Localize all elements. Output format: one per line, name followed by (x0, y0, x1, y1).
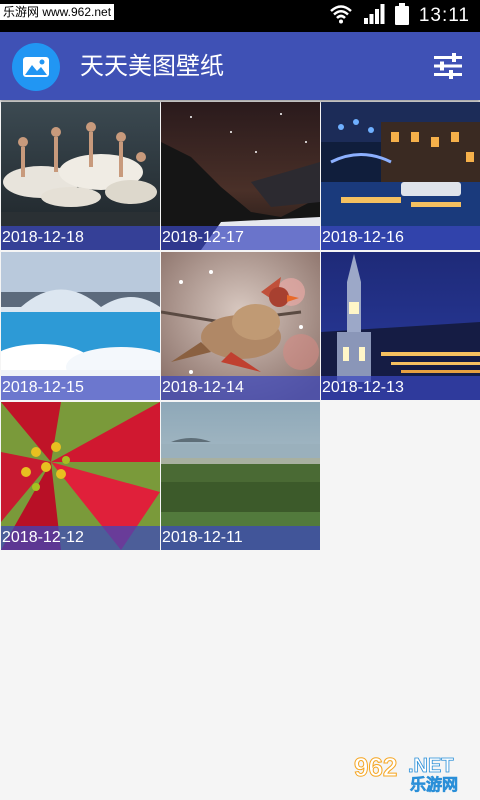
app-title: 天天美图壁纸 (80, 52, 224, 80)
wallpaper-date: 2018-12-15 (1, 376, 160, 400)
wallpaper-date: 2018-12-14 (161, 376, 320, 400)
wallpaper-date: 2018-12-12 (1, 526, 160, 550)
wallpaper-tile[interactable]: 2018-12-11 (161, 402, 320, 550)
wallpaper-tile[interactable]: 2018-12-14 (161, 252, 320, 400)
watermark-label: 乐游网 www.962.net (0, 4, 115, 20)
wallpaper-date: 2018-12-16 (321, 226, 480, 250)
wallpaper-tile[interactable]: 2018-12-18 (1, 102, 160, 250)
watermark-text: 乐游网 (410, 775, 458, 794)
wallpaper-date: 2018-12-13 (321, 376, 480, 400)
wallpaper-tile[interactable]: 2018-12-16 (321, 102, 480, 250)
watermark-suffix: .NET (408, 755, 454, 777)
signal-icon (363, 3, 385, 29)
mountain-photo-icon[interactable] (12, 43, 60, 91)
wallpaper-date: 2018-12-18 (1, 226, 160, 250)
watermark-logo: 962 .NET 乐游网 (352, 748, 472, 795)
status-time: 13:11 (418, 5, 470, 26)
status-bar: 乐游网 www.962.net 13:11 (0, 0, 480, 32)
wallpaper-date: 2018-12-17 (161, 226, 320, 250)
wallpaper-tile[interactable]: 2018-12-17 (161, 102, 320, 250)
sliders-icon[interactable] (432, 52, 464, 80)
app-bar: 天天美图壁纸 (0, 32, 480, 100)
wallpaper-tile[interactable]: 2018-12-15 (1, 252, 160, 400)
wallpaper-date: 2018-12-11 (161, 526, 320, 550)
watermark-number: 962 (354, 752, 397, 782)
wallpaper-tile[interactable]: 2018-12-12 (1, 402, 160, 550)
battery-icon (394, 3, 409, 29)
wallpaper-tile[interactable]: 2018-12-13 (321, 252, 480, 400)
wifi-icon (329, 3, 353, 29)
